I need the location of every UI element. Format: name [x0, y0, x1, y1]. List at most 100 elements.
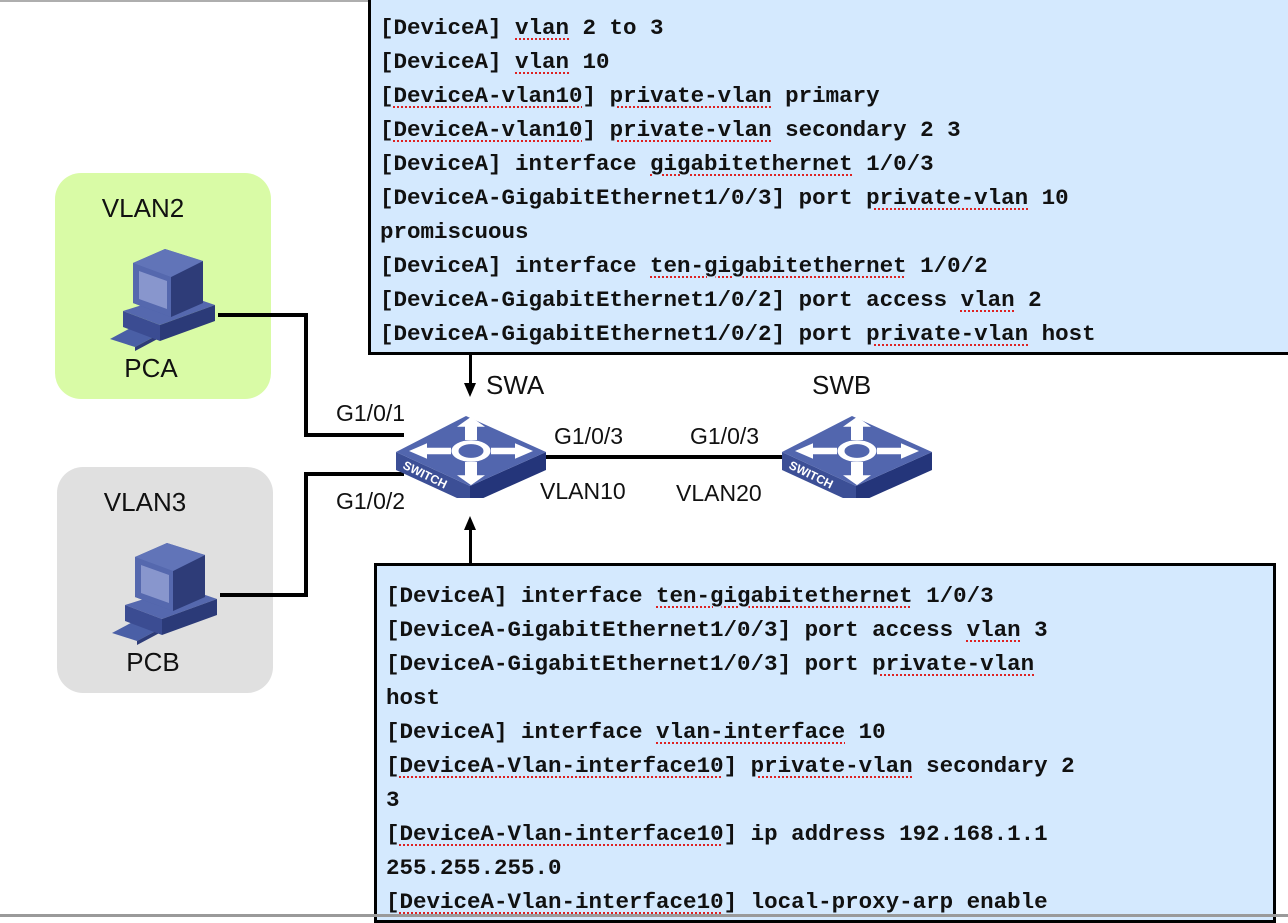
config-text: 1/0/3: [852, 151, 934, 177]
config-text: 3: [1020, 617, 1048, 643]
config-text: primary: [771, 83, 880, 109]
config-text: [: [386, 821, 400, 847]
config-line: [DeviceA-Vlan-interface10] private-vlan …: [386, 749, 1273, 783]
config-line: [DeviceA] interface ten-gigabitethernet …: [380, 249, 1288, 283]
vlan2-label: VLAN2: [101, 193, 185, 223]
config-line: promiscuous: [380, 215, 1288, 249]
bottom-divider: [0, 914, 1288, 917]
config-line: [DeviceA-vlan10] private-vlan primary: [380, 79, 1288, 113]
spellcheck-flagged-word: private-vlan: [609, 117, 772, 143]
spellcheck-flagged-word: private-vlan: [866, 185, 1029, 211]
config-line: [DeviceA-GigabitEthernet1/0/2] port priv…: [380, 317, 1288, 351]
config-text: 1/0/3: [912, 583, 994, 609]
pca-label: PCA: [124, 353, 178, 383]
config-text: [DeviceA-GigabitEthernet1/0/2] port: [380, 321, 867, 347]
config-text: [DeviceA] interface: [380, 253, 651, 279]
config-text: [: [386, 889, 400, 915]
spellcheck-flagged-word: DeviceA-Vlan-interface10: [399, 753, 724, 779]
config-line: [DeviceA-GigabitEthernet1/0/3] port acce…: [386, 613, 1273, 647]
config-text: secondary 2 3: [771, 117, 961, 143]
config-text: [: [380, 117, 394, 143]
port-label-swb-g1-0-3: G1/0/3: [690, 423, 760, 449]
config-text: [DeviceA] interface: [380, 151, 651, 177]
config-text: [: [386, 753, 400, 779]
switch-icon: SWITCH: [782, 416, 932, 498]
config-text: [DeviceA] interface: [386, 719, 657, 745]
config-text: [: [380, 83, 394, 109]
config-text: ]: [723, 753, 751, 779]
config-line: [DeviceA] interface vlan-interface 10: [386, 715, 1273, 749]
link-pca-swa: [304, 313, 308, 437]
config-text: promiscuous: [380, 219, 529, 245]
link-pcb-swa: [304, 472, 404, 476]
config-line: [DeviceA-Vlan-interface10] ip address 19…: [386, 817, 1273, 851]
config-line: 255.255.255.0: [386, 851, 1273, 885]
arrow-up-icon: [464, 516, 476, 530]
config-text: [DeviceA] interface: [386, 583, 657, 609]
config-text: 255.255.255.0: [386, 855, 562, 881]
link-pca-swa: [218, 313, 306, 317]
config-line: [DeviceA-GigabitEthernet1/0/3] port priv…: [386, 647, 1273, 681]
spellcheck-flagged-word: gigabitethernet: [650, 151, 853, 177]
arrow-bottom-config: [469, 530, 472, 564]
switch-icon: SWITCH: [396, 416, 546, 498]
config-text: 3: [386, 787, 400, 813]
config-text: 10: [569, 49, 610, 75]
config-text: [DeviceA]: [380, 15, 516, 41]
config-text: [DeviceA-GigabitEthernet1/0/3] port acce…: [386, 617, 967, 643]
config-text: ]: [582, 83, 610, 109]
vlan10-label: VLAN10: [540, 478, 626, 504]
config-text: host: [386, 685, 441, 711]
spellcheck-flagged-word: private-vlan: [872, 651, 1035, 677]
spellcheck-flagged-word: DeviceA-Vlan-interface10: [399, 889, 724, 915]
swb-label: SWB: [812, 370, 872, 400]
config-text: ]: [582, 117, 610, 143]
spellcheck-flagged-word: vlan: [515, 49, 570, 75]
vlan3-group: VLAN3 PCB: [57, 467, 273, 693]
link-pcb-swa: [304, 472, 308, 597]
config-line: [DeviceA-GigabitEthernet1/0/2] port acce…: [380, 283, 1288, 317]
config-box-bottom: [DeviceA] interface ten-gigabitethernet …: [374, 563, 1276, 923]
spellcheck-flagged-word: vlan: [960, 287, 1015, 313]
spellcheck-flagged-word: ten-gigabitethernet: [656, 583, 913, 609]
config-text: ] ip address 192.168.1.1: [723, 821, 1048, 847]
link-pca-swa: [304, 433, 404, 437]
config-line: [DeviceA] vlan 2 to 3: [380, 11, 1288, 45]
config-text: host: [1028, 321, 1096, 347]
config-text: [DeviceA-GigabitEthernet1/0/2] port acce…: [380, 287, 961, 313]
vlan2-group: VLAN2 PCA: [55, 173, 271, 399]
pcb-label: PCB: [126, 647, 180, 677]
config-text: 2: [1014, 287, 1042, 313]
vlan20-label: VLAN20: [676, 480, 762, 506]
port-label-g1-0-2: G1/0/2: [336, 488, 406, 514]
config-line: 3: [386, 783, 1273, 817]
config-text: 2 to 3: [569, 15, 664, 41]
config-line: host: [386, 681, 1273, 715]
port-label-swa-g1-0-3: G1/0/3: [554, 423, 624, 449]
config-text: 10: [845, 719, 886, 745]
spellcheck-flagged-word: DeviceA-vlan10: [393, 83, 583, 109]
spellcheck-flagged-word: vlan-interface: [656, 719, 846, 745]
spellcheck-flagged-word: private-vlan: [609, 83, 772, 109]
spellcheck-flagged-word: vlan: [966, 617, 1021, 643]
vlan3-label: VLAN3: [103, 487, 187, 517]
spellcheck-flagged-word: DeviceA-Vlan-interface10: [399, 821, 724, 847]
pc-icon: [110, 249, 215, 351]
config-text: 1/0/2: [906, 253, 988, 279]
config-text: [DeviceA-GigabitEthernet1/0/3] port: [386, 651, 873, 677]
config-text: [DeviceA]: [380, 49, 516, 75]
spellcheck-flagged-word: private-vlan: [866, 321, 1029, 347]
config-text: 10: [1028, 185, 1069, 211]
spellcheck-flagged-word: private-vlan: [750, 753, 913, 779]
config-text: ] local-proxy-arp enable: [723, 889, 1048, 915]
config-text: [DeviceA-GigabitEthernet1/0/3] port: [380, 185, 867, 211]
spellcheck-flagged-word: DeviceA-vlan10: [393, 117, 583, 143]
config-line: [DeviceA] interface gigabitethernet 1/0/…: [380, 147, 1288, 181]
arrow-down-icon: [464, 383, 476, 397]
config-line: [DeviceA] vlan 10: [380, 45, 1288, 79]
swa-label: SWA: [486, 370, 545, 400]
config-line: [DeviceA-vlan10] private-vlan secondary …: [380, 113, 1288, 147]
link-pcb-swa: [220, 593, 308, 597]
pc-icon: [112, 543, 217, 645]
config-box-top: [DeviceA] vlan 2 to 3 [DeviceA] vlan 10 [D…: [368, 0, 1288, 355]
